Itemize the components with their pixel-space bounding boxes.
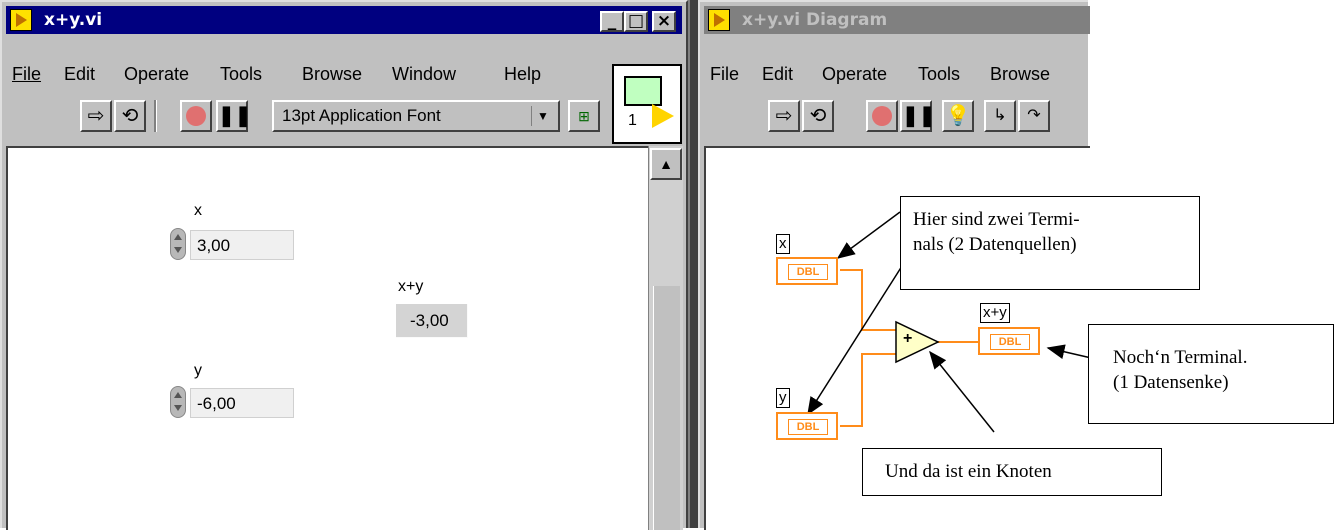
terminal-label-x: x (776, 234, 790, 254)
add-node-symbol: + (903, 330, 913, 347)
callout-node-text: Und da ist ein Knoten (885, 461, 1052, 482)
terminal-type: DBL (788, 264, 828, 280)
callout-sink-line1: Noch‘n Terminal. (1113, 347, 1248, 368)
terminal-type: DBL (788, 419, 828, 435)
terminal-label-y: y (776, 388, 790, 408)
callout-terminals: Hier sind zwei Termi- nals (2 Datenquell… (900, 196, 1200, 290)
wire-y (840, 353, 898, 427)
terminal-label-sum: x+y (980, 303, 1010, 323)
terminal-x[interactable]: DBL (776, 257, 838, 285)
wire-x (840, 269, 898, 331)
arrow-to-y-terminal (807, 265, 903, 416)
callout-node: Und da ist ein Knoten (862, 448, 1162, 496)
terminal-sum[interactable]: DBL (978, 327, 1040, 355)
callout-sink: Noch‘n Terminal. (1 Datensenke) (1088, 324, 1334, 424)
arrow-to-x-terminal (836, 211, 901, 259)
callout-terminals-line1: Hier sind zwei Termi- (913, 209, 1080, 230)
callout-terminals-line2: nals (2 Datenquellen) (913, 234, 1077, 255)
callout-sink-line2: (1 Datensenke) (1113, 372, 1229, 393)
terminal-type: DBL (990, 334, 1030, 350)
arrow-to-node (929, 350, 995, 433)
terminal-y[interactable]: DBL (776, 412, 838, 440)
